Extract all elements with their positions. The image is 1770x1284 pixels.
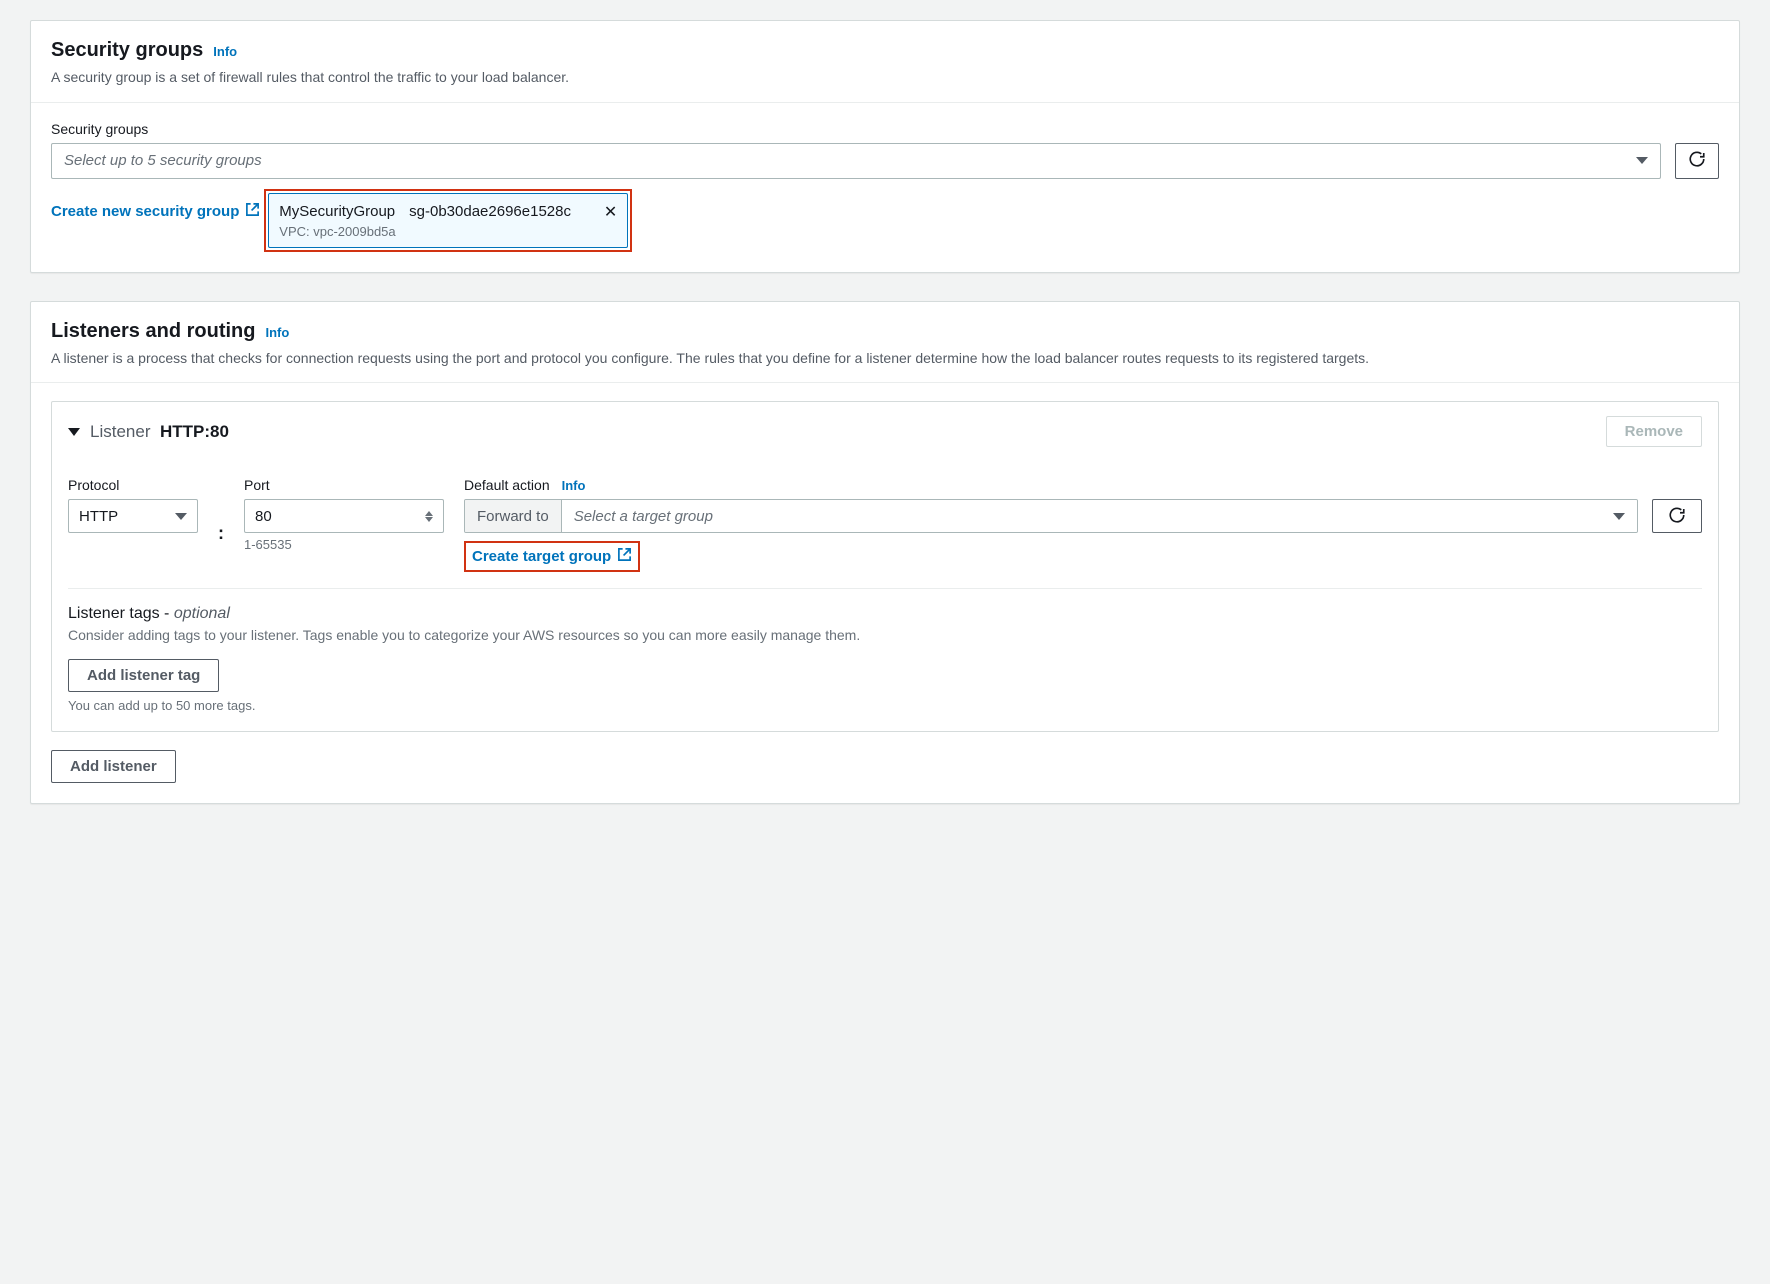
listener-tags-title: Listener tags - optional xyxy=(68,605,1702,623)
port-input[interactable]: 80 xyxy=(244,499,444,533)
remove-security-group-button[interactable]: ✕ xyxy=(604,202,617,222)
port-value: 80 xyxy=(255,508,272,525)
security-group-vpc: VPC: vpc-2009bd5a xyxy=(279,224,617,239)
listener-tags-optional: optional xyxy=(174,605,230,622)
listeners-header: Listeners and routing Info A listener is… xyxy=(31,302,1739,384)
close-icon: ✕ xyxy=(604,204,617,221)
external-link-icon xyxy=(245,202,260,221)
caret-down-icon xyxy=(175,513,187,520)
refresh-target-groups-button[interactable] xyxy=(1652,499,1702,533)
security-groups-select[interactable]: Select up to 5 security groups xyxy=(51,143,1661,179)
forward-to-combo: Forward to Select a target group xyxy=(464,499,1638,533)
protocol-value: HTTP xyxy=(79,508,118,525)
create-target-group-link[interactable]: Create target group xyxy=(472,547,632,566)
port-label: Port xyxy=(244,477,444,493)
listeners-description: A listener is a process that checks for … xyxy=(51,349,1719,369)
listener-tags-section: Listener tags - optional Consider adding… xyxy=(68,589,1702,713)
security-groups-info-link[interactable]: Info xyxy=(213,44,237,59)
target-group-placeholder: Select a target group xyxy=(574,508,713,525)
security-groups-select-placeholder: Select up to 5 security groups xyxy=(64,152,262,169)
selected-security-group-chip: MySecurityGroup sg-0b30dae2696e1528c ✕ V… xyxy=(268,193,628,248)
listeners-panel: Listeners and routing Info A listener is… xyxy=(30,301,1740,805)
port-stepper[interactable] xyxy=(425,511,433,522)
listener-card: Listener HTTP:80 Remove Protocol HTTP : xyxy=(51,401,1719,732)
default-action-column: Default action Info Forward to Select a … xyxy=(464,477,1702,572)
listener-protocol-port: HTTP:80 xyxy=(160,422,229,441)
stepper-down-icon[interactable] xyxy=(425,517,433,522)
security-group-id: sg-0b30dae2696e1528c xyxy=(409,203,571,220)
create-target-group-label: Create target group xyxy=(472,548,611,565)
stepper-up-icon[interactable] xyxy=(425,511,433,516)
listener-tags-description: Consider adding tags to your listener. T… xyxy=(68,627,1702,643)
security-groups-description: A security group is a set of firewall ru… xyxy=(51,68,1719,88)
port-column: Port 80 1-65535 xyxy=(244,477,444,552)
port-hint: 1-65535 xyxy=(244,537,444,552)
protocol-port-separator: : xyxy=(218,523,224,544)
listener-label: Listener xyxy=(90,422,150,441)
refresh-icon xyxy=(1688,150,1706,171)
external-link-icon xyxy=(617,547,632,566)
security-groups-field-label: Security groups xyxy=(51,121,1719,137)
protocol-label: Protocol xyxy=(68,477,198,493)
listeners-info-link[interactable]: Info xyxy=(265,325,289,340)
protocol-column: Protocol HTTP xyxy=(68,477,198,533)
create-security-group-label: Create new security group xyxy=(51,203,239,220)
collapse-toggle-icon[interactable] xyxy=(68,428,80,436)
security-groups-header: Security groups Info A security group is… xyxy=(31,21,1739,103)
caret-down-icon xyxy=(1613,513,1625,520)
forward-to-label: Forward to xyxy=(465,500,562,532)
default-action-label: Default action xyxy=(464,477,550,493)
remove-listener-button[interactable]: Remove xyxy=(1606,416,1702,447)
target-group-select[interactable]: Select a target group xyxy=(562,500,1637,532)
listeners-title: Listeners and routing xyxy=(51,320,255,343)
listener-title: Listener HTTP:80 xyxy=(90,422,229,442)
add-listener-button[interactable]: Add listener xyxy=(51,750,176,783)
create-target-group-highlight: Create target group xyxy=(464,541,640,572)
listener-tags-title-text: Listener tags - xyxy=(68,605,174,622)
selected-security-group-highlight: MySecurityGroup sg-0b30dae2696e1528c ✕ V… xyxy=(264,189,632,252)
protocol-select[interactable]: HTTP xyxy=(68,499,198,533)
create-security-group-link[interactable]: Create new security group xyxy=(51,202,260,221)
security-groups-panel: Security groups Info A security group is… xyxy=(30,20,1740,273)
default-action-info-link[interactable]: Info xyxy=(562,478,586,493)
add-listener-tag-button[interactable]: Add listener tag xyxy=(68,659,219,692)
security-groups-title: Security groups xyxy=(51,39,203,62)
listener-tags-hint: You can add up to 50 more tags. xyxy=(68,698,1702,713)
listener-card-header: Listener HTTP:80 Remove xyxy=(52,402,1718,461)
security-group-name: MySecurityGroup xyxy=(279,203,395,220)
refresh-security-groups-button[interactable] xyxy=(1675,143,1719,179)
refresh-icon xyxy=(1668,506,1686,527)
caret-down-icon xyxy=(1636,157,1648,164)
